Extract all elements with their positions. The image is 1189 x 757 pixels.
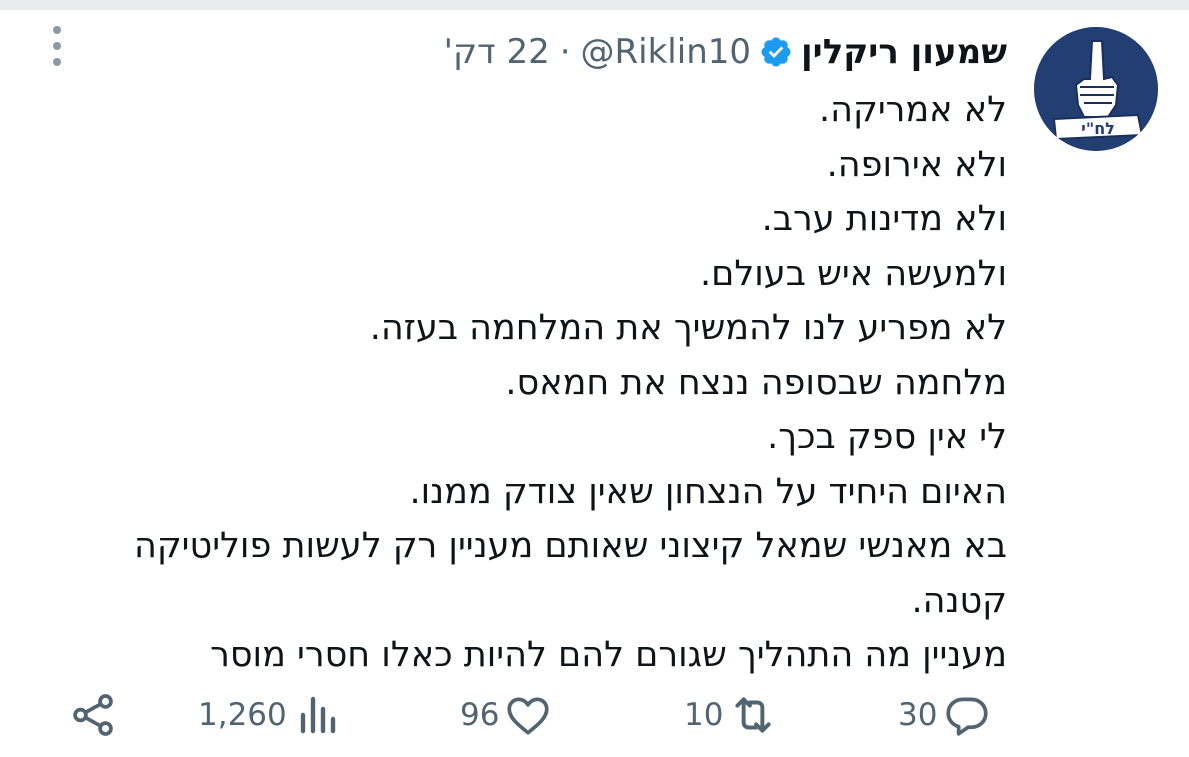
tweet-line: לא אמריקה. <box>819 90 1007 130</box>
header-separator: · <box>559 32 571 72</box>
tweet[interactable]: לח"י שמעון ריקלין @Riklin10 · 22 דק' לא … <box>0 10 1189 757</box>
tweet-line: ולא אירופה. <box>826 144 1007 185</box>
avatar[interactable]: לח"י <box>1034 27 1158 151</box>
tweet-line: מלחמה שבסופה ננצח את חמאס. <box>505 362 1007 403</box>
share-button[interactable] <box>68 680 118 750</box>
tweet-text: לא אמריקה. ולא אירופה. ולא מדינות ערב. ו… <box>77 83 1007 683</box>
like-count: 96 <box>460 696 500 733</box>
tweet-line: בא מאנשי שמאל קיצוני שאותם מעניין רק לעש… <box>133 526 1007 566</box>
reply-button[interactable]: 30 <box>898 680 993 750</box>
views-icon <box>300 696 335 734</box>
repost-count: 10 <box>684 696 724 733</box>
more-vertical-icon-dot <box>53 26 61 34</box>
reply-icon <box>946 697 989 736</box>
tweet-line: לא מפריע לנו להמשיך את המלחמה בעזה. <box>369 308 1007 348</box>
avatar-logo-text: לח"י <box>1081 119 1115 138</box>
repost-icon <box>735 697 772 733</box>
post-time[interactable]: 22 דק' <box>444 32 550 72</box>
tweet-line: קטנה. <box>911 580 1007 621</box>
views-button[interactable]: 1,260 <box>198 680 341 750</box>
tweet-line: ולא מדינות ערב. <box>761 199 1007 239</box>
more-vertical-icon-dot <box>53 58 61 66</box>
more-options-button[interactable] <box>44 22 70 70</box>
avatar-image: לח"י <box>1034 27 1158 151</box>
tweet-line: ולמעשה איש בעולם. <box>700 253 1007 294</box>
top-divider <box>0 0 1189 10</box>
reply-count: 30 <box>898 696 938 733</box>
repost-button[interactable]: 10 <box>684 680 779 750</box>
action-bar: 1,260 96 10 30 <box>0 680 1189 750</box>
like-icon <box>507 697 550 735</box>
verified-badge-icon[interactable] <box>759 35 793 69</box>
tweet-header: שמעון ריקלין @Riklin10 · 22 דק' <box>444 22 1007 82</box>
tweet-line: לי אין ספק בכך. <box>767 417 1007 457</box>
like-button[interactable]: 96 <box>460 680 553 750</box>
tweet-line: האיום היחיד על הנצחון שאין צודק ממנו. <box>409 471 1008 512</box>
author-name[interactable]: שמעון ריקלין <box>801 32 1007 72</box>
views-count: 1,260 <box>198 696 287 733</box>
tweet-line: מעניין מה התהליך שגורם להם להיות כאלו חס… <box>210 635 1007 675</box>
more-vertical-icon-dot <box>53 42 61 50</box>
author-handle[interactable]: @Riklin10 <box>581 32 751 72</box>
share-icon <box>73 694 113 736</box>
